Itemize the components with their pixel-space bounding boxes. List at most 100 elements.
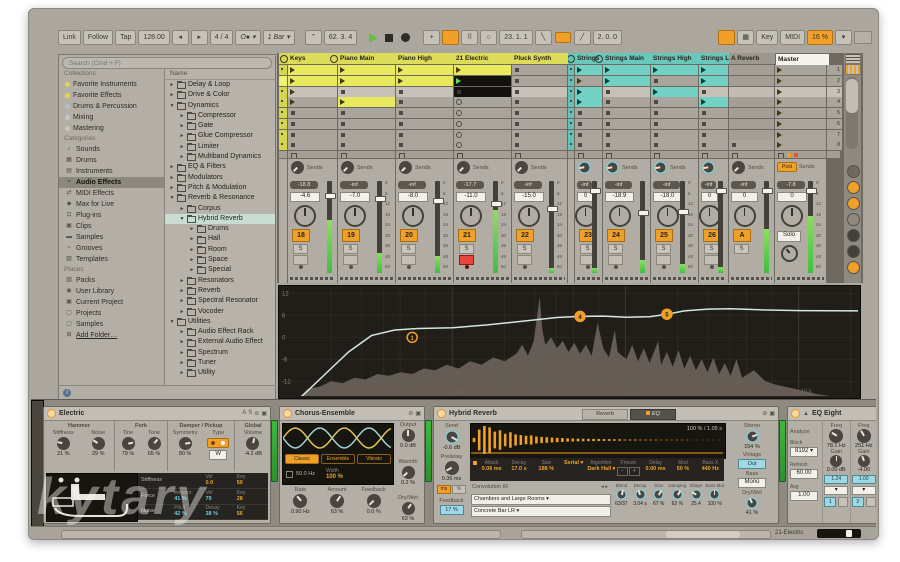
tree-item-hybrid-reverb[interactable]: ▼Hybrid Reverb [165, 214, 275, 224]
clip-slot[interactable] [338, 87, 395, 97]
sidebar-item-audio-effects[interactable]: ≈Audio Effects [59, 177, 164, 188]
scene-number[interactable]: 6 [827, 119, 842, 129]
clip-slot[interactable] [279, 119, 287, 129]
stereo-knob[interactable] [746, 430, 759, 443]
volume-fader[interactable] [549, 181, 554, 273]
type-toggle[interactable] [207, 438, 229, 448]
clip-slot[interactable] [454, 65, 511, 75]
place-item-0[interactable]: ▧Packs [59, 275, 164, 286]
quantization-menu[interactable]: 1 Bar▾ [263, 30, 295, 45]
fader-handle[interactable] [590, 188, 601, 194]
clip-slot[interactable] [699, 108, 728, 118]
param-knob[interactable] [246, 437, 259, 450]
track-activator-button[interactable]: 21 [458, 229, 476, 242]
clip-slot[interactable] [775, 97, 826, 107]
clip-slot[interactable] [729, 140, 774, 150]
arm-button[interactable] [608, 255, 623, 265]
param-knob[interactable] [402, 429, 415, 442]
track-activator-button[interactable]: 22 [516, 229, 534, 242]
tree-item-vocoder[interactable]: ►Vocoder [165, 307, 275, 317]
device-header-icon[interactable]: ▣ [769, 410, 775, 417]
param-knob[interactable] [92, 437, 105, 450]
clip-slot[interactable] [454, 130, 511, 140]
fader-handle[interactable] [638, 210, 649, 216]
cell-value[interactable]: 50 [237, 480, 268, 486]
mixer-section-toggle-6[interactable] [847, 261, 860, 274]
search-input[interactable] [62, 57, 272, 69]
param-value[interactable]: 63 % [394, 516, 422, 522]
clip-slot[interactable] [288, 130, 337, 140]
stop-all-clips-cell[interactable] [338, 151, 395, 158]
capture-midi-button[interactable]: ⠿ [461, 30, 478, 45]
loop-start-field[interactable]: 23. 1. 1 [499, 30, 532, 45]
send-knob[interactable] [654, 161, 667, 174]
punch-out-button[interactable]: ╱ [574, 30, 591, 45]
vintage-selector[interactable]: Out [738, 459, 766, 469]
clip-slot[interactable] [454, 108, 511, 118]
pan-knob[interactable] [518, 205, 540, 227]
clip-slot[interactable] [396, 97, 453, 107]
clip-slot[interactable] [279, 65, 287, 75]
track-header-pluck-synth[interactable]: Pluck Synth [512, 53, 569, 64]
tree-item-multiband-dynamics[interactable]: ►Multiband Dynamics [165, 152, 275, 162]
sidebar-item-clips[interactable]: ▣Clips [59, 221, 164, 232]
tree-item-drums[interactable]: ►Drums [165, 224, 275, 234]
clip-slot[interactable] [651, 76, 698, 86]
block-field[interactable]: 8192 ▾ [790, 447, 818, 457]
param-value[interactable]: 0.00 ms [642, 466, 669, 472]
freq-knob[interactable] [829, 429, 843, 443]
track-activator-button[interactable]: 20 [400, 229, 418, 242]
solo-button[interactable]: S [343, 244, 358, 254]
cell-value[interactable]: 38 % [205, 511, 236, 517]
stereo-value[interactable]: 154 % [726, 444, 778, 450]
param-value[interactable]: 440 Hz [697, 466, 724, 472]
automation-arm-button[interactable] [442, 30, 459, 45]
clip-slot[interactable] [512, 130, 567, 140]
tree-item-spectrum[interactable]: ►Spectrum [165, 348, 275, 358]
session-record-button[interactable]: ○ [480, 30, 497, 45]
clip-slot[interactable] [279, 130, 287, 140]
track-activator-button[interactable]: 24 [607, 229, 625, 242]
bass-mono-toggle[interactable]: Mono [738, 478, 766, 488]
band-edit-toggle[interactable] [866, 497, 876, 507]
arm-button[interactable] [704, 255, 719, 265]
pan-knob[interactable] [609, 205, 631, 227]
scene-number[interactable]: 1 [827, 65, 842, 75]
table-cell[interactable]: Vel79 [205, 489, 236, 504]
clip-slot[interactable] [568, 140, 574, 150]
sidebar-item-samples[interactable]: ▬Samples [59, 232, 164, 243]
clip-slot[interactable] [729, 119, 774, 129]
volume-fader[interactable] [435, 181, 440, 273]
collection-item-0[interactable]: Favorite Instruments [59, 79, 164, 90]
device-header-icon[interactable]: ⊘ [762, 410, 767, 417]
param-knob[interactable] [330, 494, 344, 508]
volume-fader[interactable] [718, 181, 723, 273]
volume-value-field[interactable]: -18.0 [653, 192, 682, 202]
clip-slot[interactable] [568, 65, 574, 75]
clip-slot[interactable] [279, 108, 287, 118]
tree-item-utilities[interactable]: ▼Utilities [165, 317, 275, 327]
tree-item-utility[interactable]: ►Utility [165, 368, 275, 378]
band-edit-toggle[interactable] [838, 497, 848, 507]
clip-slot[interactable] [396, 130, 453, 140]
clip-slot[interactable] [651, 108, 698, 118]
clip-slot[interactable] [775, 108, 826, 118]
clip-slot[interactable] [396, 108, 453, 118]
param-knob[interactable] [293, 494, 307, 508]
device-header-icon[interactable]: ▣ [261, 410, 267, 417]
ir-file-dropdown[interactable]: Concrete Bar LR ▾ [471, 506, 611, 517]
overdub-button[interactable]: + [423, 30, 440, 45]
param-value[interactable]: Serial ▾ [560, 460, 587, 466]
clip-slot[interactable] [699, 87, 728, 97]
collection-item-1[interactable]: Favorite Effects [59, 90, 164, 101]
track-header-strings-high[interactable]: Strings High [651, 53, 700, 64]
tree-item-corpus[interactable]: ►Corpus [165, 204, 275, 214]
fader-handle[interactable] [716, 188, 727, 194]
arm-button[interactable] [401, 255, 416, 265]
arrangement-record-button[interactable] [401, 33, 410, 42]
clip-slot[interactable] [338, 76, 395, 86]
cell-value[interactable]: 41 % [174, 496, 205, 502]
tree-item-audio-effect-rack[interactable]: ►Audio Effect Rack [165, 327, 275, 337]
place-item-5[interactable]: ⊞Add Folder… [59, 330, 164, 341]
volume-value-field[interactable]: -4.6 [290, 192, 320, 202]
